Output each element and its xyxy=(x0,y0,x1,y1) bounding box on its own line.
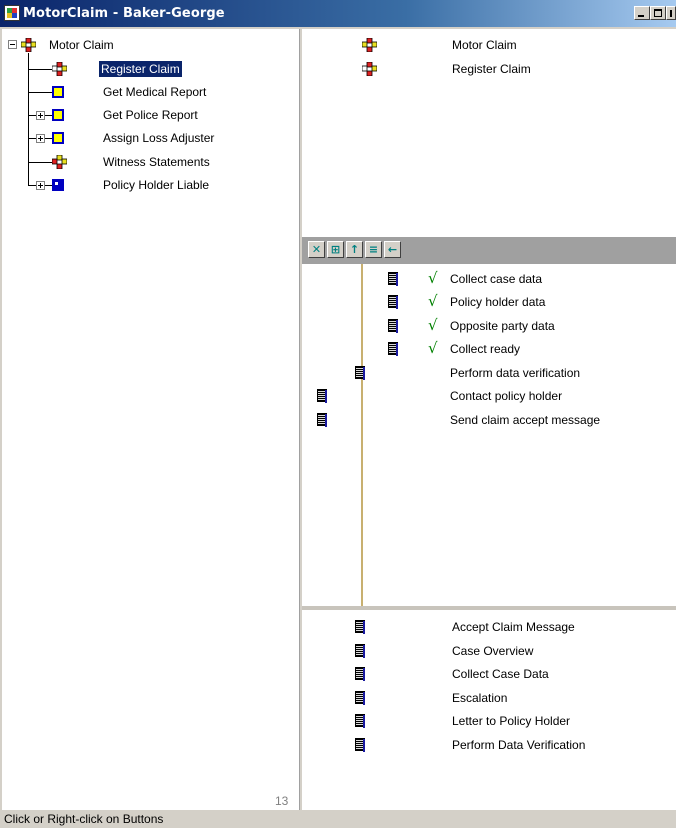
form-icon xyxy=(355,620,365,634)
up-arrow-icon[interactable]: ↑ xyxy=(346,241,363,258)
steps-panel[interactable]: √ Collect case data √ Policy holder data… xyxy=(302,264,676,606)
yellow-square-icon xyxy=(52,109,64,121)
yellow-square-icon xyxy=(52,132,64,144)
process-tree-panel[interactable]: Motor Claim Register Claim Get Medical R… xyxy=(2,29,300,810)
tree-connector xyxy=(28,92,52,93)
form-icon xyxy=(355,366,365,380)
tree-root-label[interactable]: Motor Claim xyxy=(49,38,114,52)
tree-item-witness-statements[interactable]: Witness Statements xyxy=(103,155,210,169)
blue-square-icon xyxy=(52,179,64,191)
form-item[interactable]: Collect Case Data xyxy=(452,667,549,681)
tree-item-get-medical-report[interactable]: Get Medical Report xyxy=(103,85,206,99)
tree-item-get-police-report[interactable]: Get Police Report xyxy=(103,108,198,122)
tree-connector xyxy=(28,162,52,163)
tree-item-register-claim[interactable]: Register Claim xyxy=(99,61,182,77)
tree-item-assign-loss-adjuster[interactable]: Assign Loss Adjuster xyxy=(103,131,214,145)
form-icon xyxy=(388,319,398,333)
check-icon: √ xyxy=(428,316,438,334)
cross-icon[interactable]: ✕ xyxy=(308,241,325,258)
maximize-button[interactable] xyxy=(650,6,666,20)
step-item[interactable]: Opposite party data xyxy=(450,319,555,333)
workflow-icon xyxy=(362,38,377,52)
form-item[interactable]: Letter to Policy Holder xyxy=(452,714,570,728)
path-item[interactable]: Motor Claim xyxy=(452,38,517,52)
tree-connector xyxy=(28,69,52,70)
form-icon xyxy=(388,272,398,286)
form-icon xyxy=(355,714,365,728)
path-item[interactable]: Register Claim xyxy=(452,62,531,76)
step-item[interactable]: Contact policy holder xyxy=(450,389,562,403)
form-icon xyxy=(355,644,365,658)
workflow-icon xyxy=(21,38,36,52)
form-icon xyxy=(388,342,398,356)
step-item[interactable]: Collect ready xyxy=(450,342,520,356)
back-arrow-icon[interactable]: ← xyxy=(384,241,401,258)
timeline-line xyxy=(361,264,363,606)
window-title: MotorClaim - Baker-George xyxy=(23,6,225,21)
check-icon: √ xyxy=(428,339,438,357)
tree-icon[interactable]: ⊞ xyxy=(327,241,344,258)
form-icon xyxy=(355,738,365,752)
tree-item-policy-holder-liable[interactable]: Policy Holder Liable xyxy=(103,178,209,192)
form-item[interactable]: Escalation xyxy=(452,691,507,705)
app-icon[interactable] xyxy=(4,5,20,21)
collapse-icon[interactable] xyxy=(8,40,17,49)
step-item[interactable]: Policy holder data xyxy=(450,295,545,309)
close-button[interactable] xyxy=(666,6,676,20)
step-item[interactable]: Collect case data xyxy=(450,272,542,286)
workflow-icon xyxy=(52,62,67,76)
forms-panel[interactable]: Accept Claim Message Case Overview Colle… xyxy=(302,610,676,810)
step-item[interactable]: Send claim accept message xyxy=(450,413,600,427)
title-bar[interactable]: MotorClaim - Baker-George xyxy=(0,0,676,27)
form-item[interactable]: Case Overview xyxy=(452,644,533,658)
form-icon xyxy=(317,389,327,403)
tree-connector xyxy=(28,53,29,186)
form-item[interactable]: Accept Claim Message xyxy=(452,620,575,634)
expand-icon[interactable] xyxy=(36,111,45,120)
breadcrumb-list-panel[interactable]: Motor Claim Register Claim xyxy=(302,29,676,237)
workflow-icon xyxy=(52,155,67,169)
status-text: Click or Right-click on Buttons xyxy=(4,812,164,826)
yellow-square-icon xyxy=(52,86,64,98)
step-item[interactable]: Perform data verification xyxy=(450,366,580,380)
check-icon: √ xyxy=(428,292,438,310)
form-icon xyxy=(355,691,365,705)
form-icon xyxy=(388,295,398,309)
minimize-button[interactable] xyxy=(634,6,650,20)
item-count: 13 xyxy=(275,794,289,808)
form-icon xyxy=(355,667,365,681)
expand-icon[interactable] xyxy=(36,134,45,143)
check-icon: √ xyxy=(428,269,438,287)
workflow-icon xyxy=(362,62,377,76)
form-item[interactable]: Perform Data Verification xyxy=(452,738,585,752)
expand-icon[interactable] xyxy=(36,181,45,190)
step-toolbar: ✕ ⊞ ↑ ≡ ← xyxy=(302,237,676,264)
form-icon xyxy=(317,413,327,427)
list-icon[interactable]: ≡ xyxy=(365,241,382,258)
status-bar: Click or Right-click on Buttons xyxy=(0,810,676,828)
